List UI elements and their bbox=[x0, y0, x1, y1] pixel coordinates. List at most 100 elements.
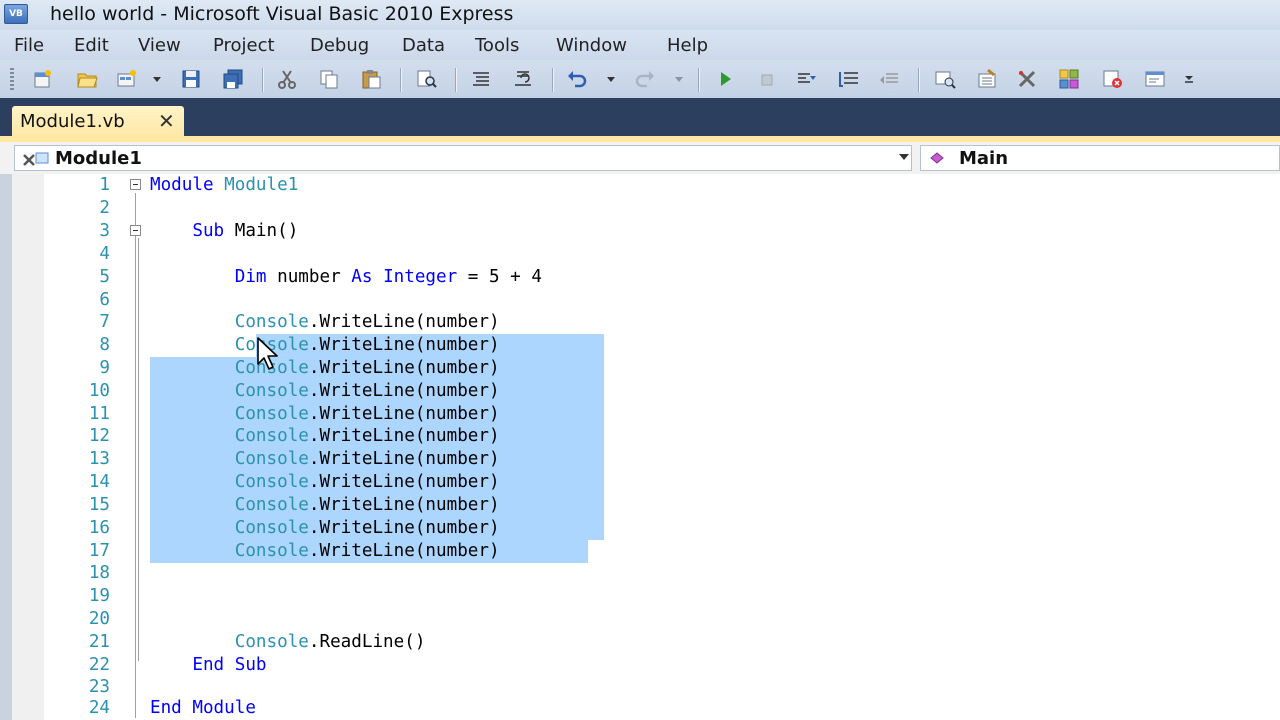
code-line: 2 bbox=[0, 197, 1280, 220]
code-text: Console.WriteLine(number) bbox=[234, 312, 500, 332]
type-selector[interactable]: Module1 bbox=[14, 145, 912, 171]
code-line: 5 Dim number As Integer = 5 + 4 bbox=[0, 266, 1280, 289]
save-icon[interactable] bbox=[180, 68, 202, 90]
member-selector[interactable]: Main bbox=[920, 145, 1280, 171]
toolbar-overflow-icon[interactable] bbox=[1184, 72, 1194, 86]
code-line: 11 Console.WriteLine(number) bbox=[0, 403, 1280, 426]
add-item-icon[interactable] bbox=[116, 68, 138, 90]
line-number: 9 bbox=[99, 358, 110, 378]
menu-debug[interactable]: Debug bbox=[310, 35, 369, 56]
save-all-icon[interactable] bbox=[222, 68, 244, 90]
step-into-icon[interactable] bbox=[796, 68, 818, 90]
paste-icon[interactable] bbox=[360, 68, 382, 90]
code-text: Console.WriteLine(number) bbox=[234, 518, 500, 538]
line-number: 23 bbox=[88, 677, 110, 697]
toolbar-grip[interactable] bbox=[10, 68, 14, 90]
line-number: 22 bbox=[88, 655, 110, 675]
chevron-down-icon[interactable] bbox=[899, 154, 909, 160]
menu-file[interactable]: File bbox=[14, 35, 44, 56]
step-over-icon[interactable] bbox=[838, 68, 860, 90]
line-number: 11 bbox=[88, 404, 110, 424]
code-line: 16 Console.WriteLine(number) bbox=[0, 517, 1280, 540]
tab-label: Module1.vb bbox=[20, 111, 125, 132]
line-number: 18 bbox=[88, 563, 110, 583]
code-line: 19 bbox=[0, 585, 1280, 608]
start-debugging-icon[interactable] bbox=[714, 68, 736, 90]
comment-icon[interactable] bbox=[470, 68, 492, 90]
add-item-dropdown-icon[interactable] bbox=[152, 72, 162, 86]
standard-toolbar bbox=[0, 60, 1280, 98]
step-out-icon[interactable] bbox=[878, 68, 900, 90]
line-number: 20 bbox=[88, 609, 110, 629]
method-icon bbox=[930, 152, 944, 164]
output-icon[interactable] bbox=[1144, 68, 1166, 90]
line-number: 6 bbox=[99, 290, 110, 310]
member-selector-value: Main bbox=[959, 148, 1009, 169]
code-line: 6 bbox=[0, 289, 1280, 312]
object-browser-icon[interactable] bbox=[1058, 68, 1080, 90]
menu-project[interactable]: Project bbox=[213, 35, 275, 56]
solution-explorer-icon[interactable] bbox=[934, 68, 956, 90]
code-text: Console.WriteLine(number) bbox=[234, 472, 500, 492]
toolbar-separator bbox=[918, 68, 919, 92]
undo-icon[interactable] bbox=[566, 68, 588, 90]
redo-dropdown-icon[interactable] bbox=[674, 72, 684, 86]
code-line: 17 Console.WriteLine(number) bbox=[0, 540, 1280, 563]
open-file-icon[interactable] bbox=[76, 68, 98, 90]
menu-tools[interactable]: Tools bbox=[475, 35, 519, 56]
close-tab-icon[interactable]: ✕ bbox=[158, 109, 175, 133]
new-project-icon[interactable] bbox=[32, 68, 54, 90]
type-selector-value: Module1 bbox=[55, 148, 142, 169]
properties-icon[interactable] bbox=[976, 68, 998, 90]
menu-help[interactable]: Help bbox=[667, 35, 708, 56]
line-number: 21 bbox=[88, 632, 110, 652]
cut-icon[interactable] bbox=[276, 68, 298, 90]
code-line: 8 Console.WriteLine(number) bbox=[0, 334, 1280, 357]
undo-dropdown-icon[interactable] bbox=[606, 72, 616, 86]
code-line: 22 End Sub bbox=[0, 654, 1280, 677]
code-text: Console.WriteLine(number) bbox=[234, 426, 500, 446]
code-text: Console.WriteLine(number) bbox=[234, 335, 500, 355]
menu-data[interactable]: Data bbox=[402, 35, 445, 56]
line-number: 19 bbox=[88, 586, 110, 606]
code-text: Dim number As Integer = 5 + 4 bbox=[234, 267, 542, 287]
visual-basic-app-icon[interactable]: VB bbox=[4, 4, 28, 24]
code-line: 13 Console.WriteLine(number) bbox=[0, 448, 1280, 471]
code-line: 18 bbox=[0, 562, 1280, 585]
code-text: End Module bbox=[150, 698, 256, 718]
copy-icon[interactable] bbox=[318, 68, 340, 90]
menu-window[interactable]: Window bbox=[556, 35, 627, 56]
tab-module1-vb[interactable]: Module1.vb ✕ bbox=[12, 106, 184, 138]
menu-view[interactable]: View bbox=[138, 35, 181, 56]
code-line: 14 Console.WriteLine(number) bbox=[0, 471, 1280, 494]
line-number: 12 bbox=[88, 426, 110, 446]
stop-debugging-icon[interactable] bbox=[756, 68, 778, 90]
find-icon[interactable] bbox=[416, 68, 438, 90]
code-text: Console.WriteLine(number) bbox=[235, 358, 500, 378]
code-text: Sub Main() bbox=[192, 221, 299, 241]
code-line: 21 Console.ReadLine() bbox=[0, 631, 1280, 654]
line-number: 24 bbox=[88, 698, 110, 718]
code-editor[interactable]: 1 Module Module1 2 3 Sub Main() 4 5 Dim … bbox=[0, 174, 1280, 720]
redo-icon[interactable] bbox=[634, 68, 656, 90]
code-line: 3 Sub Main() bbox=[0, 220, 1280, 243]
code-text: End Sub bbox=[192, 655, 267, 675]
error-list-icon[interactable] bbox=[1102, 68, 1124, 90]
line-number: 1 bbox=[99, 175, 110, 195]
line-number: 3 bbox=[99, 221, 110, 241]
code-text: Console.WriteLine(number) bbox=[234, 495, 500, 515]
title-bar: VB hello world - Microsoft Visual Basic … bbox=[0, 0, 1280, 30]
line-number: 13 bbox=[88, 449, 110, 469]
menu-edit[interactable]: Edit bbox=[74, 35, 109, 56]
line-number: 4 bbox=[99, 244, 110, 264]
line-number: 7 bbox=[99, 312, 110, 332]
code-text: Console.WriteLine(number) bbox=[234, 404, 500, 424]
code-line: 24 End Module bbox=[0, 697, 1280, 720]
code-line: 4 bbox=[0, 243, 1280, 266]
code-line: 20 bbox=[0, 608, 1280, 631]
toolbox-icon[interactable] bbox=[1016, 68, 1038, 90]
uncomment-icon[interactable] bbox=[512, 68, 534, 90]
code-text: Console.WriteLine(number) bbox=[234, 449, 500, 469]
toolbar-separator bbox=[455, 68, 456, 92]
code-text: Console.ReadLine() bbox=[234, 632, 426, 652]
